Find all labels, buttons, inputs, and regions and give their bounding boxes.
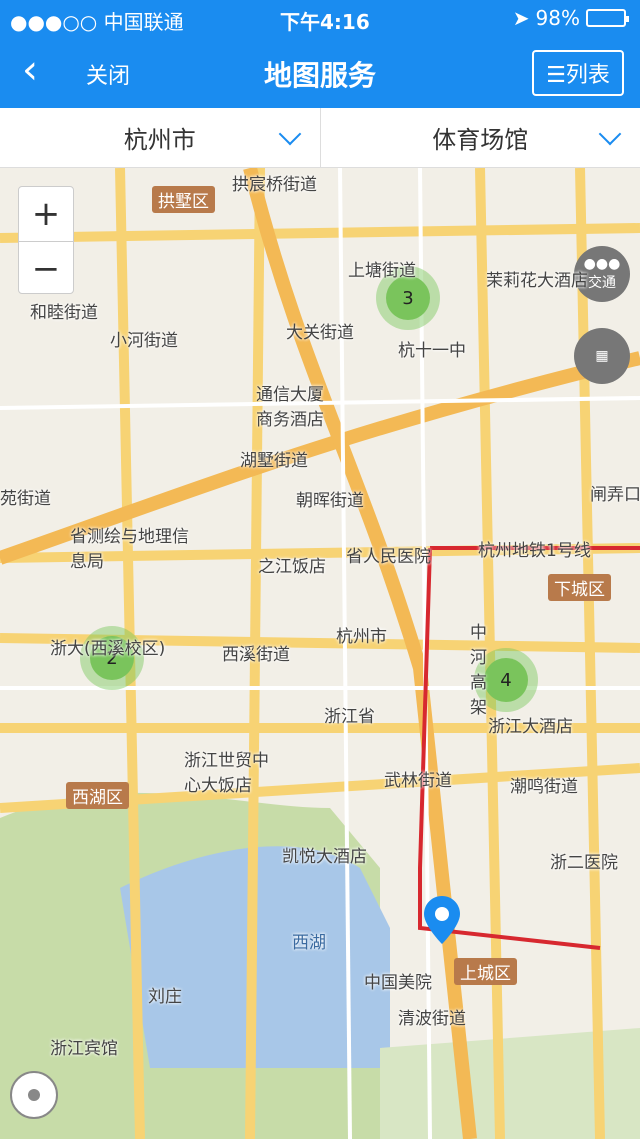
list-view-button[interactable]: ☰列表 <box>532 50 624 96</box>
map-label: 朝晖街道 <box>296 491 364 511</box>
map-label: 浙江世贸中心大饭店 <box>184 751 269 796</box>
map-label: 拱宸桥街道 <box>232 175 317 195</box>
zoom-control: + − <box>18 186 74 294</box>
location-arrow-icon: ➤ <box>512 6 530 30</box>
map-label: 清波街道 <box>398 1009 466 1029</box>
battery-indicator: ➤ 98% <box>512 6 629 30</box>
category-dropdown[interactable]: 体育场馆 <box>319 108 640 167</box>
map-label: 之江饭店 <box>258 557 326 577</box>
carrier-label: ●●●○○ 中国联通 <box>10 10 184 34</box>
zoom-in-button[interactable]: + <box>19 187 73 241</box>
traffic-light-icon: ●●● <box>583 256 621 272</box>
map-label: 通信大厦商务酒店 <box>256 385 324 430</box>
map-label: 杭十一中 <box>398 341 466 361</box>
close-button[interactable]: 关闭 <box>86 58 130 90</box>
map-label: 省人民医院 <box>346 547 431 567</box>
map-label: 浙江省 <box>324 707 375 727</box>
map-label: 上塘街道 <box>348 261 416 281</box>
district-label: 西湖区 <box>66 782 129 809</box>
map-label: 浙大(西溪校区) <box>50 639 166 659</box>
battery-icon <box>586 9 629 27</box>
zoom-out-button[interactable]: − <box>19 241 73 295</box>
map-label: 西湖 <box>292 933 326 953</box>
category-label: 体育场馆 <box>432 126 529 154</box>
chevron-down-icon <box>598 122 622 146</box>
map-label: 杭州地铁1号线 <box>478 541 591 561</box>
map-label: 杭州市 <box>336 627 387 647</box>
district-label: 拱墅区 <box>152 186 215 213</box>
map-label: 大关街道 <box>286 323 354 343</box>
map-view[interactable]: + − ●●● 交通 ▦ 3 2 4 拱宸桥街道 上塘街道 茉莉花大酒店 和睦街… <box>0 168 640 1139</box>
map-label: 和睦街道 <box>30 303 98 323</box>
district-label: 下城区 <box>548 574 611 601</box>
chevron-down-icon <box>278 122 301 146</box>
map-label: 小河街道 <box>110 331 178 351</box>
map-label: 潮鸣街道 <box>510 777 578 797</box>
clock: 下午4:16 <box>280 10 370 34</box>
filter-bar: 杭州市 体育场馆 <box>0 108 640 168</box>
satellite-toggle-button[interactable]: ▦ <box>574 328 630 384</box>
chevron-left-icon: ‹ <box>22 47 38 93</box>
layers-icon: ▦ <box>595 348 609 364</box>
map-label: 中国美院 <box>364 973 432 993</box>
map-label: 浙江宾馆 <box>50 1039 118 1059</box>
map-label: 武林街道 <box>384 771 452 791</box>
map-label: 闸弄口 <box>590 485 640 505</box>
status-bar: ●●●○○ 中国联通 下午4:16 ➤ 98% <box>0 0 640 36</box>
my-location-button[interactable] <box>10 1071 58 1119</box>
map-label: 浙江大酒店 <box>488 717 573 737</box>
top-bar: ●●●○○ 中国联通 下午4:16 ➤ 98% ‹ 关闭 地图服务 ☰列表 <box>0 0 640 108</box>
map-label: 刘庄 <box>148 987 182 1007</box>
location-pin-icon[interactable] <box>424 896 460 944</box>
map-label: 中河高架 <box>470 623 487 718</box>
map-label: 省测绘与地理信息局 <box>70 527 189 572</box>
back-button[interactable]: ‹ <box>22 48 62 94</box>
battery-percent: 98% <box>535 6 580 30</box>
map-label: 凯悦大酒店 <box>282 847 367 867</box>
map-label: 浙二医院 <box>550 853 618 873</box>
city-dropdown[interactable]: 杭州市 <box>0 108 320 167</box>
map-label: 湖墅街道 <box>240 451 308 471</box>
map-label: 西溪街道 <box>222 645 290 665</box>
city-label: 杭州市 <box>123 126 196 154</box>
nav-bar: ‹ 关闭 地图服务 ☰列表 <box>0 36 640 108</box>
traffic-label: 交通 <box>588 275 616 291</box>
map-label: 茉莉花大酒店 <box>486 271 588 291</box>
map-label: 苑街道 <box>0 489 51 509</box>
district-label: 上城区 <box>454 958 517 985</box>
